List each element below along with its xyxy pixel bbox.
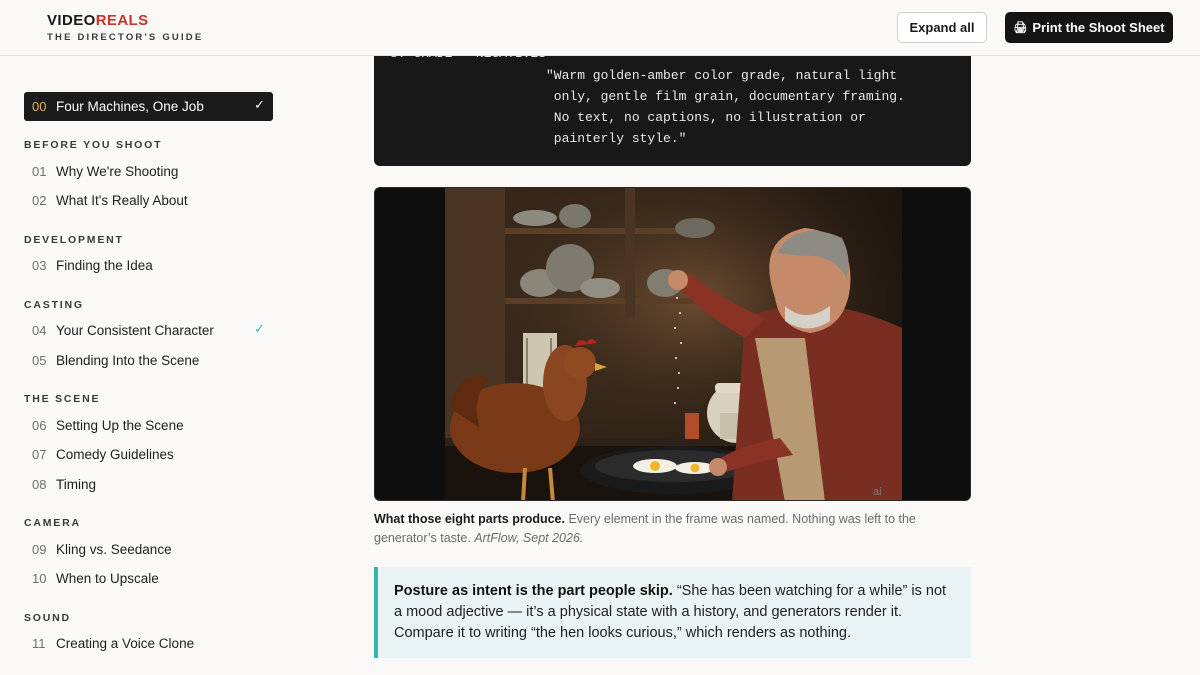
watermark-text: ai <box>873 486 882 498</box>
brand-name: VIDEOREALS <box>47 12 203 29</box>
checkmark-icon: ✓ <box>254 97 265 112</box>
nav-item-number: 08 <box>32 476 47 492</box>
chapter-sidebar: 00 Four Machines, One Job ✓ BEFORE YOU SHOO… <box>24 92 273 659</box>
nav-item[interactable]: 05 Blending Into the Scene <box>24 346 273 376</box>
nav-item-number: 09 <box>32 541 47 557</box>
nav-item-number: 05 <box>32 352 47 368</box>
nav-item-label: Comedy Guidelines <box>56 447 174 463</box>
nav-item[interactable]: 01 Why We're Shooting <box>24 157 273 187</box>
nav-item-number: 00 <box>32 99 47 114</box>
checkmark-icon: ✓ <box>254 321 265 336</box>
tip-callout: Posture as intent is the part people ski… <box>374 567 971 658</box>
caption-credit: ArtFlow, Sept 2026. <box>474 531 584 545</box>
nav-section-label: DEVELOPMENT <box>24 233 124 246</box>
kitchen-scene-illustration: ai <box>375 188 970 500</box>
code-line: "Warm golden-amber color grade, natural … <box>546 68 898 83</box>
nav-section-label: SOUND <box>24 611 71 624</box>
nav-item-active[interactable]: 00 Four Machines, One Job ✓ <box>24 92 273 121</box>
nav-item-label: Kling vs. Seedance <box>56 541 172 557</box>
nav-item-label: When to Upscale <box>56 571 159 587</box>
nav-item-number: 01 <box>32 163 47 179</box>
callout-bold: Posture as intent is the part people ski… <box>394 583 673 599</box>
expand-all-button[interactable]: Expand all <box>897 12 987 43</box>
nav-item[interactable]: 02 What It's Really About <box>24 186 273 216</box>
print-shoot-sheet-button[interactable]: 🖨 Print the Shoot Sheet <box>1005 12 1173 43</box>
nav-item-label: Why We're Shooting <box>56 163 179 179</box>
nav-item-number: 11 <box>32 636 46 652</box>
brand-logo[interactable]: VIDEOREALS THE DIRECTOR'S GUIDE <box>47 12 203 43</box>
code-line: only, gentle film grain, documentary fra… <box>546 89 905 104</box>
nav-item-label: Finding the Idea <box>56 258 153 274</box>
nav-item[interactable]: 08 Timing <box>24 470 273 500</box>
nav-section-label: CAMERA <box>24 517 81 529</box>
nav-item-label: Blending Into the Scene <box>56 352 200 368</box>
generated-frame-image: ai <box>374 187 971 501</box>
brand-name-part1: VIDEO <box>47 12 96 29</box>
nav-item-label: Timing <box>56 476 97 492</box>
nav-item[interactable]: 06 Setting Up the Scene <box>24 411 273 441</box>
nav-section-label: CASTING <box>24 298 84 311</box>
nav-item[interactable]: 10 When to Upscale <box>24 564 273 594</box>
nav-item[interactable]: 07 Comedy Guidelines <box>24 440 273 470</box>
nav-item[interactable]: 03 Finding the Idea <box>24 251 273 281</box>
nav-section-label: THE SCENE <box>24 393 101 405</box>
brand-name-part2: REALS <box>95 12 149 29</box>
nav-item-label: Creating a Voice Clone <box>56 636 195 652</box>
nav-item-number: 06 <box>32 417 47 433</box>
nav-item-label: Four Machines, One Job <box>56 99 204 114</box>
nav-item[interactable]: 11 Creating a Voice Clone <box>24 629 273 659</box>
nav-item-label: Setting Up the Scene <box>56 417 184 433</box>
nav-section-label: BEFORE YOU SHOOT <box>24 139 163 151</box>
nav-item-label: What It's Really About <box>56 193 188 209</box>
print-button-label: Print the Shoot Sheet <box>1032 20 1165 35</box>
top-header: VIDEOREALS THE DIRECTOR'S GUIDE Expand a… <box>0 0 1200 56</box>
nav-item[interactable]: 04 Your Consistent Character ✓ <box>24 316 273 346</box>
brand-subtitle: THE DIRECTOR'S GUIDE <box>47 32 204 43</box>
code-line: painterly style." <box>546 131 687 146</box>
printer-icon: 🖨 <box>1013 22 1028 34</box>
nav-item[interactable]: 09 Kling vs. Seedance <box>24 535 273 565</box>
caption-bold: What those eight parts produce. <box>374 512 565 526</box>
nav-item-number: 03 <box>32 258 47 274</box>
figure-caption: What those eight parts produce. Every el… <box>374 510 934 548</box>
code-line: No text, no captions, no illustration or <box>546 110 866 125</box>
nav-item-number: 02 <box>32 193 47 209</box>
nav-item-number: 10 <box>32 571 47 587</box>
nav-item-number: 07 <box>32 447 47 463</box>
nav-item-label: Your Consistent Character <box>56 323 214 339</box>
nav-item-number: 04 <box>32 323 47 339</box>
